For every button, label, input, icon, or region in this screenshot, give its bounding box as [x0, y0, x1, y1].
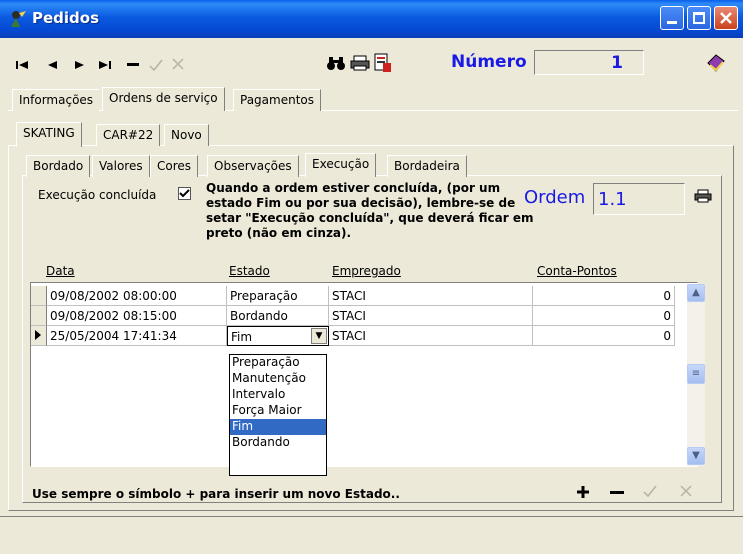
ordem-label: Ordem	[524, 187, 586, 208]
row-indicator[interactable]	[31, 286, 47, 306]
first-record-icon[interactable]	[16, 60, 30, 70]
estado-combobox[interactable]: Fim ▼	[227, 326, 329, 346]
tab-novo[interactable]: Novo	[164, 124, 209, 146]
print-order-icon[interactable]	[694, 189, 712, 203]
tab-observacoes[interactable]: Observações	[207, 155, 299, 177]
ordem-field[interactable]: 1.1	[593, 183, 685, 215]
execucao-note: Quando a ordem estiver concluída, (por u…	[206, 181, 534, 240]
dropdown-option[interactable]: Manutenção	[230, 371, 326, 387]
title-bar[interactable]	[0, 0, 743, 38]
current-row-indicator[interactable]	[31, 326, 47, 346]
next-record-icon[interactable]	[74, 60, 86, 70]
confirm-estado-icon	[643, 485, 657, 498]
tab-bordado[interactable]: Bordado	[26, 155, 91, 177]
header-conta-pontos[interactable]: Conta-Pontos	[537, 264, 617, 278]
status-bar	[0, 516, 743, 554]
estado-grid[interactable]: 09/08/2002 08:00:00 Preparação STACI 0 0…	[30, 282, 698, 467]
cell-conta-pontos[interactable]: 0	[533, 306, 675, 326]
report-icon[interactable]	[374, 53, 392, 73]
tab-car22[interactable]: CAR#22	[96, 124, 161, 146]
last-record-icon[interactable]	[99, 60, 113, 70]
cell-data[interactable]: 09/08/2002 08:15:00	[47, 306, 227, 326]
row-indicator[interactable]	[31, 306, 47, 326]
cell-estado[interactable]: Bordando	[227, 306, 329, 326]
minimize-button[interactable]	[660, 6, 684, 30]
scroll-up-button[interactable]: ▲	[687, 284, 705, 302]
grid-scrollbar[interactable]: ▲ ≡ ▼	[687, 284, 705, 466]
estado-combobox-value: Fim	[231, 330, 253, 344]
printer-icon[interactable]	[350, 55, 370, 71]
scroll-down-button[interactable]: ▼	[687, 447, 705, 465]
cancel-icon	[172, 58, 184, 70]
confirm-icon	[149, 59, 163, 72]
add-estado-icon[interactable]	[577, 486, 589, 498]
tab-informacoes[interactable]: Informações	[12, 89, 100, 111]
hint-text: Use sempre o símbolo + para inserir um n…	[32, 487, 400, 501]
window-title: Pedidos	[32, 9, 100, 27]
execucao-concluida-label: Execução concluída	[38, 188, 157, 202]
exit-book-icon[interactable]	[706, 53, 726, 73]
cell-conta-pontos[interactable]: 0	[533, 286, 675, 306]
tab-execucao[interactable]: Execução	[305, 153, 377, 177]
remove-estado-icon[interactable]	[610, 491, 624, 494]
dropdown-option-selected[interactable]: Fim	[230, 419, 326, 435]
dropdown-option[interactable]: Intervalo	[230, 387, 326, 403]
numero-label: Número	[451, 52, 527, 72]
estado-dropdown-list[interactable]: Preparação Manutenção Intervalo Força Ma…	[229, 354, 327, 476]
cancel-estado-icon	[680, 485, 692, 497]
minimize-icon	[667, 21, 677, 24]
tab-ordens-de-servico[interactable]: Ordens de serviço	[102, 87, 225, 111]
prev-record-icon[interactable]	[47, 60, 59, 70]
table-row[interactable]: 09/08/2002 08:15:00 Bordando STACI 0	[31, 306, 687, 326]
close-button[interactable]	[714, 6, 738, 30]
current-row-arrow-icon	[35, 330, 41, 340]
header-empregado[interactable]: Empregado	[332, 264, 401, 278]
maximize-button[interactable]	[687, 6, 711, 30]
cell-conta-pontos[interactable]: 0	[533, 326, 675, 346]
delete-record-icon[interactable]	[127, 63, 139, 67]
tab-pagamentos[interactable]: Pagamentos	[233, 89, 321, 111]
cell-empregado[interactable]: STACI	[329, 286, 533, 306]
dropdown-option[interactable]: Bordando	[230, 435, 326, 451]
cell-data[interactable]: 25/05/2004 17:41:34	[47, 326, 227, 346]
tab-cores[interactable]: Cores	[150, 155, 199, 177]
numero-field[interactable]: 1	[534, 50, 644, 75]
close-icon	[720, 12, 732, 24]
dropdown-option[interactable]: Preparação	[230, 355, 326, 371]
cell-data[interactable]: 09/08/2002 08:00:00	[47, 286, 227, 306]
tab-bordadeira[interactable]: Bordadeira	[387, 155, 467, 177]
header-data[interactable]: Data	[46, 264, 75, 278]
header-estado[interactable]: Estado	[229, 264, 270, 278]
cell-empregado[interactable]: STACI	[329, 326, 533, 346]
table-row[interactable]: 25/05/2004 17:41:34 Fim ▼ STACI 0	[31, 326, 687, 346]
maximize-icon	[693, 12, 705, 24]
tab-skating[interactable]: SKATING	[16, 122, 82, 147]
app-icon	[11, 11, 26, 27]
cell-estado[interactable]: Preparação	[227, 286, 329, 306]
table-row[interactable]: 09/08/2002 08:00:00 Preparação STACI 0	[31, 286, 687, 306]
tab-valores[interactable]: Valores	[92, 155, 150, 177]
binoculars-icon[interactable]	[327, 55, 345, 71]
cell-empregado[interactable]: STACI	[329, 306, 533, 326]
dropdown-option[interactable]: Força Maior	[230, 403, 326, 419]
execucao-concluida-checkbox[interactable]	[178, 187, 191, 200]
dropdown-arrow-icon[interactable]: ▼	[311, 328, 327, 344]
scroll-thumb[interactable]: ≡	[687, 364, 705, 384]
checkmark-icon	[179, 189, 190, 198]
